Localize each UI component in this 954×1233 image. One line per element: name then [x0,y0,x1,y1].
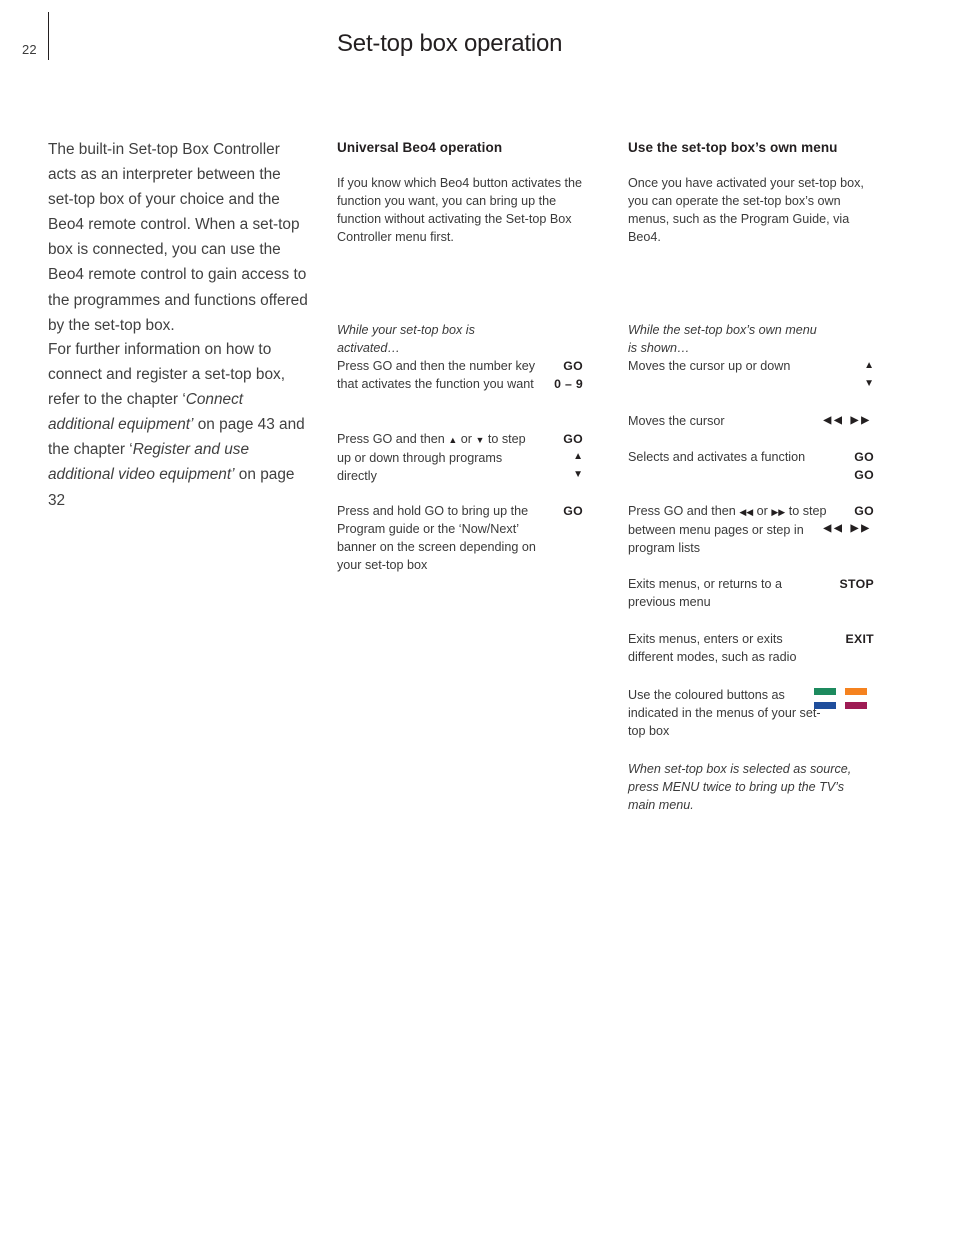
right-row-4-text-2: or [753,504,772,518]
key-go[interactable]: GO [525,430,583,448]
key-up-arrow-icon[interactable]: ▲ [525,448,583,466]
right-instruction-row-4: Press GO and then ◀◀ or ▶▶ to step betwe… [628,502,874,557]
middle-section-intro: While your set-top box is activated… [337,323,475,356]
middle-instruction-row-3: Press and hold GO to bring up the Progra… [337,502,583,574]
key-go[interactable]: GO [525,502,583,520]
intro-paragraph-1: The built-in Set-top Box Controller acts… [48,141,308,334]
page-number: 22 [22,42,37,57]
right-row-6-description: Exits menus, enters or exits different m… [628,632,797,665]
key-down-arrow-icon[interactable]: ▼ [816,375,874,393]
right-instruction-row-6: Exits menus, enters or exits different m… [628,630,874,666]
right-row-2-keys: ◀◀ ▶▶ [816,412,874,430]
intro-paragraph-2: For further information on how to connec… [48,337,310,513]
key-rewind-forward-icon[interactable]: ◀◀ ▶▶ [816,412,874,430]
middle-column-intro: If you know which Beo4 button activates … [337,176,583,245]
right-section-intro: While the set-top box’s own menu is show… [628,323,817,356]
key-down-arrow-icon[interactable]: ▼ [525,466,583,484]
middle-section-intro-wrapper: While your set-top box is activated… Pre… [337,321,537,393]
right-row-4-description: Press GO and then ◀◀ or ▶▶ to step betwe… [628,502,828,557]
coloured-buttons-row-top [814,688,874,695]
middle-row-2-keys: GO ▲ ▼ [525,430,583,484]
paragraph-2-text-1: For further information on how to connec… [48,341,285,409]
right-row-1-description: Moves the cursor up or down [628,359,791,374]
yellow-button-icon[interactable] [845,688,867,695]
middle-instruction-row-2: Press GO and then ▲ or ▼ to step up or d… [337,430,583,485]
right-instruction-row-coloured-buttons: Use the coloured buttons as indicated in… [628,686,874,740]
coloured-buttons-row-bottom [814,702,874,709]
middle-instruction-row-1: While your set-top box is activated… Pre… [337,321,583,393]
right-column-heading: Use the set-top box’s own menu [628,140,838,155]
middle-row-3-keys: GO [525,502,583,520]
key-number-range[interactable]: 0 – 9 [525,375,583,393]
key-go-primary[interactable]: GO [816,448,874,466]
right-row-4-keys: GO ◀◀ ▶▶ [816,502,874,538]
right-column-footnote: When set-top box is selected as source, … [628,762,852,813]
key-up-arrow-icon[interactable]: ▲ [816,357,874,375]
middle-row-2-text-1: Press GO and then [337,432,449,446]
forward-icon: ▶▶ [771,507,786,517]
right-row-5-description: Exits menus, or returns to a previous me… [628,577,782,610]
key-stop[interactable]: STOP [816,575,874,593]
green-button-icon[interactable] [814,688,836,695]
right-instruction-row-1: While the set-top box’s own menu is show… [628,321,874,389]
right-row-5-keys: STOP [816,575,874,593]
rewind-icon: ◀◀ [739,507,754,517]
up-arrow-icon: ▲ [448,435,458,445]
key-go-secondary[interactable]: GO [816,466,874,484]
middle-column-heading: Universal Beo4 operation [337,140,503,155]
right-instruction-row-2: Moves the cursor ◀◀ ▶▶ [628,412,874,430]
right-row-3-description: Selects and activates a function [628,450,806,464]
header-divider-rule [48,12,49,60]
key-go[interactable]: GO [525,357,583,375]
right-row-4-text-1: Press GO and then [628,504,740,518]
middle-row-3-description: Press and hold GO to bring up the Progra… [337,504,536,573]
middle-row-1-description: Press GO and then the number key that ac… [337,359,536,392]
page-title: Set-top box operation [337,30,563,57]
right-section-intro-wrapper: While the set-top box’s own menu is show… [628,321,828,375]
key-rewind-forward-icon[interactable]: ◀◀ ▶▶ [816,520,874,538]
middle-row-2-description: Press GO and then ▲ or ▼ to step up or d… [337,430,537,485]
key-exit[interactable]: EXIT [816,630,874,648]
middle-row-2-text-2: or [457,432,476,446]
red-button-icon[interactable] [845,702,867,709]
coloured-buttons-group [814,688,874,716]
right-instruction-row-3: Selects and activates a function GO GO [628,448,874,482]
key-go[interactable]: GO [816,502,874,520]
right-row-1-keys: ▲ ▼ [816,357,874,393]
coloured-buttons-description: Use the coloured buttons as indicated in… [628,688,821,739]
middle-row-1-keys: GO 0 – 9 [525,357,583,393]
right-row-3-keys: GO GO [816,448,874,484]
right-column-intro: Once you have activated your set-top box… [628,176,864,245]
right-row-2-description: Moves the cursor [628,414,725,428]
right-instruction-row-5: Exits menus, or returns to a previous me… [628,575,874,611]
blue-button-icon[interactable] [814,702,836,709]
right-row-6-keys: EXIT [816,630,874,648]
